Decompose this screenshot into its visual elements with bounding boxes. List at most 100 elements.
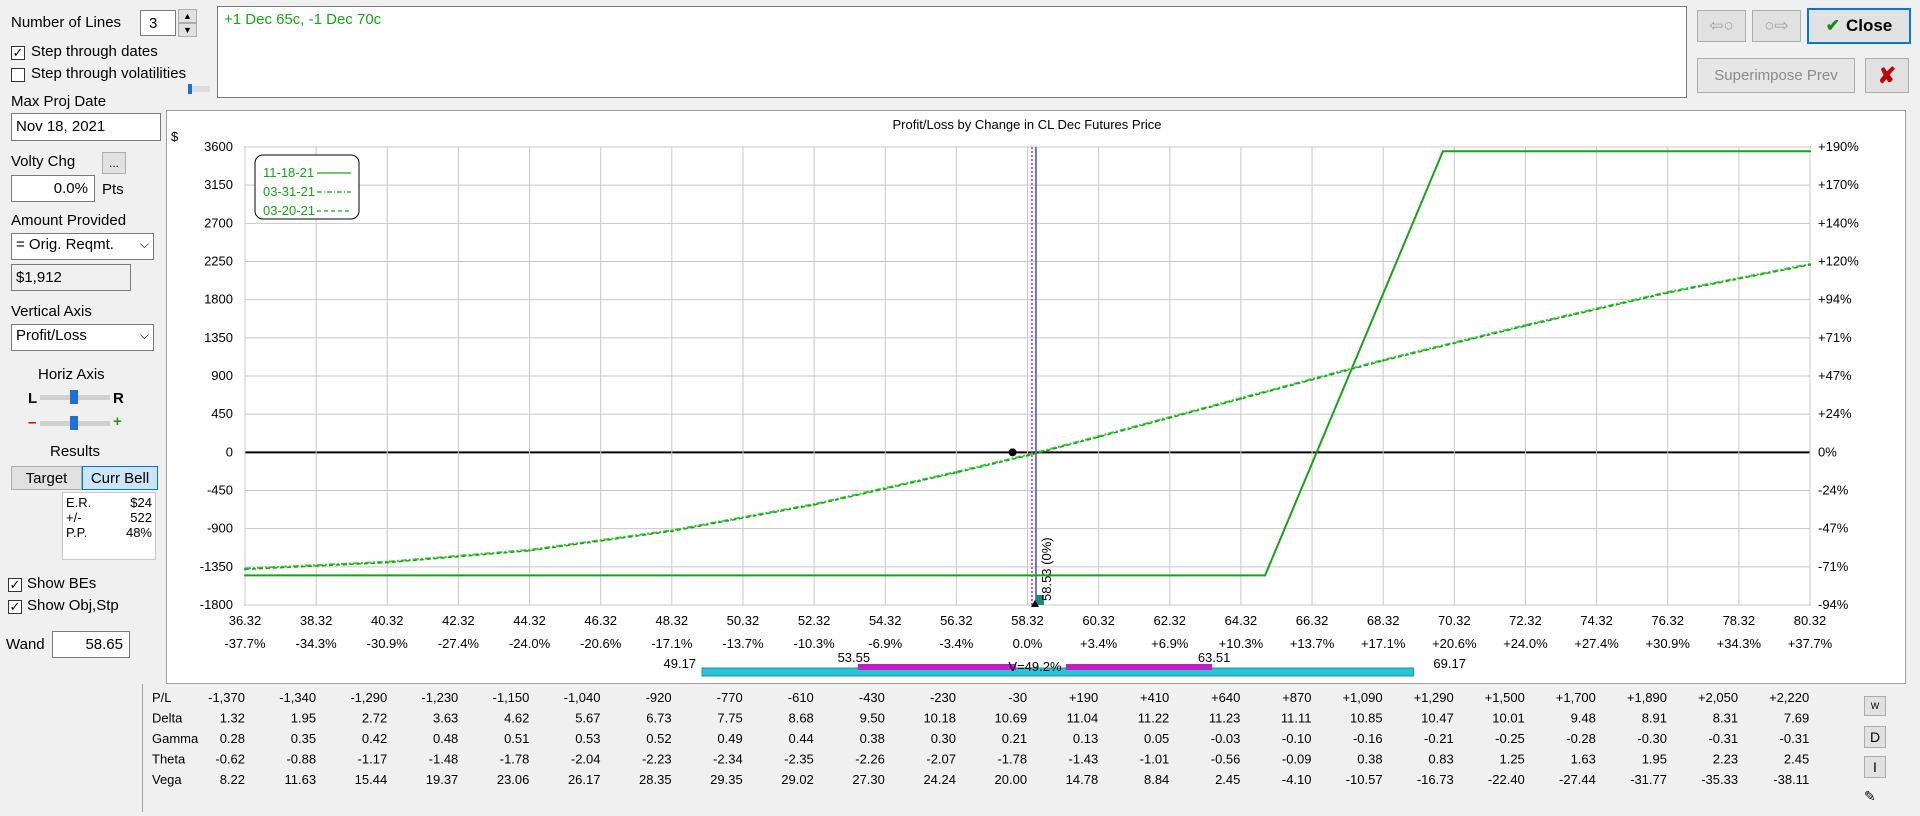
- table-row-label: Vega: [152, 772, 182, 787]
- table-cell: -0.10: [1282, 731, 1312, 746]
- series-point: [1026, 454, 1029, 457]
- wand-value: 58.65: [85, 636, 123, 653]
- next-arrow-button[interactable]: ○⇨: [1752, 10, 1801, 42]
- table-cell: 1.25: [1499, 752, 1524, 767]
- vertical-axis-select[interactable]: Profit/Loss ⌵: [11, 324, 154, 351]
- delete-button[interactable]: ✘: [1865, 58, 1909, 93]
- x-pct-label: +3.4%: [1080, 636, 1118, 651]
- x-tick-label: 52.32: [798, 613, 831, 628]
- volty-input[interactable]: 0.0%: [11, 175, 95, 202]
- volty-chg-label: Volty Chg: [11, 153, 76, 170]
- export-icon[interactable]: ✎: [1864, 788, 1884, 806]
- series-point: [386, 561, 389, 564]
- series-point: [244, 568, 246, 571]
- y-right-tick-label: +140%: [1818, 215, 1859, 230]
- table-cell: 6.73: [646, 711, 671, 726]
- x-tick-label: 78.32: [1723, 613, 1756, 628]
- series-point: [244, 574, 246, 577]
- y-right-tick-label: -71%: [1818, 559, 1849, 574]
- haxis-zoom-thumb[interactable]: [70, 416, 78, 430]
- table-cell: 8.22: [220, 772, 245, 787]
- target-button[interactable]: Target: [11, 466, 82, 490]
- haxis-zoom-slider[interactable]: [40, 416, 110, 430]
- table-cell: -1,340: [279, 690, 316, 705]
- table-d-button[interactable]: D: [1864, 726, 1886, 748]
- table-cell: 27.30: [852, 772, 885, 787]
- bell-inner-band-right[interactable]: [1065, 664, 1213, 670]
- table-cell: 7.69: [1784, 711, 1809, 726]
- wand-input[interactable]: 58.65: [52, 631, 130, 658]
- show-obj-label: Show Obj,Stp: [27, 597, 119, 614]
- stat-value: $24: [130, 495, 152, 510]
- table-cell: 29.02: [781, 772, 814, 787]
- y-right-tick-label: +71%: [1818, 330, 1852, 345]
- close-button[interactable]: ✔ Close: [1807, 8, 1911, 44]
- table-cell: -0.16: [1353, 731, 1383, 746]
- stat-key: +/-: [66, 510, 82, 525]
- w-icon: W: [1870, 701, 1880, 711]
- table-cell: -1.78: [997, 752, 1027, 767]
- step-dates-checkbox[interactable]: ✓: [11, 46, 25, 60]
- curr-bell-button[interactable]: Curr Bell: [82, 466, 158, 490]
- step-vols-checkbox[interactable]: [11, 68, 25, 82]
- show-obj-checkbox[interactable]: ✓: [8, 600, 22, 614]
- volty-unit: Pts: [102, 181, 124, 198]
- table-cell: -770: [717, 690, 743, 705]
- table-cell: 8.31: [1713, 711, 1738, 726]
- legend-label: 11-18-21: [263, 165, 314, 180]
- num-lines-value: 3: [149, 15, 158, 32]
- table-cell: 20.00: [995, 772, 1028, 787]
- i-icon: I: [1873, 759, 1877, 775]
- series-point: [1441, 150, 1444, 153]
- haxis-r-label: R: [113, 390, 124, 407]
- x-tick-label: 60.32: [1082, 613, 1115, 628]
- haxis-lr-thumb[interactable]: [70, 390, 78, 404]
- x-pct-label: -24.0%: [509, 636, 551, 651]
- vol-step-thumb[interactable]: [188, 84, 192, 94]
- stat-key: P.P.: [66, 525, 88, 540]
- show-bes-checkbox[interactable]: ✓: [8, 578, 22, 592]
- table-cell: -16.73: [1417, 772, 1454, 787]
- table-cell: -2.04: [571, 752, 601, 767]
- bell-inner-band-left[interactable]: [857, 664, 1017, 670]
- superimpose-prev-button[interactable]: Superimpose Prev: [1697, 58, 1855, 93]
- results-label: Results: [50, 443, 101, 460]
- d-icon: D: [1869, 729, 1881, 745]
- table-cell: 0.35: [291, 731, 316, 746]
- position-textarea[interactable]: +1 Dec 65c, -1 Dec 70c: [217, 6, 1687, 98]
- num-lines-up-button[interactable]: ▲: [178, 9, 197, 23]
- vertical-axis-label: Vertical Axis: [11, 303, 92, 320]
- num-lines-input[interactable]: 3: [140, 10, 176, 36]
- x-tick-label: 54.32: [869, 613, 902, 628]
- table-w-button[interactable]: W: [1864, 696, 1886, 716]
- close-button-label: Close: [1845, 16, 1893, 35]
- volty-more-button[interactable]: ...: [102, 152, 126, 174]
- chevron-down-icon: ⌵: [139, 328, 149, 342]
- x-tick-label: 80.32: [1794, 613, 1827, 628]
- y-right-tick-label: +120%: [1818, 254, 1859, 269]
- num-lines-down-button[interactable]: ▼: [178, 23, 197, 37]
- max-proj-date-input[interactable]: Nov 18, 2021: [11, 113, 161, 141]
- table-cell: +1,290: [1414, 690, 1454, 705]
- x-tick-label: 46.32: [584, 613, 617, 628]
- pl-chart[interactable]: Profit/Loss by Change in CL Dec Futures …: [167, 111, 1907, 685]
- x-tick-label: 56.32: [940, 613, 973, 628]
- right-arrow-icon: ○⇨: [1764, 16, 1789, 35]
- haxis-lr-slider[interactable]: [40, 390, 110, 404]
- haxis-l-label: L: [28, 390, 38, 407]
- target-button-label: Target: [25, 469, 68, 487]
- y-right-tick-label: +170%: [1818, 177, 1859, 192]
- table-cell: 0.38: [1357, 752, 1382, 767]
- vol-step-slider[interactable]: [188, 84, 210, 94]
- prev-arrow-button[interactable]: ⇦○: [1697, 10, 1746, 42]
- table-cell: 11.63: [285, 772, 317, 787]
- x-tick-label: 50.32: [727, 613, 760, 628]
- amount-provided-select[interactable]: = Orig. Reqmt. ⌵: [11, 233, 154, 260]
- table-cell: -22.40: [1488, 772, 1525, 787]
- bell-label: V=49.2%: [1008, 659, 1062, 674]
- table-i-button[interactable]: I: [1864, 756, 1886, 778]
- chart-panel[interactable]: Profit/Loss by Change in CL Dec Futures …: [166, 110, 1906, 684]
- x-pct-label: +30.9%: [1646, 636, 1691, 651]
- series-point: [1239, 397, 1242, 400]
- breakeven-marker[interactable]: [1008, 448, 1017, 457]
